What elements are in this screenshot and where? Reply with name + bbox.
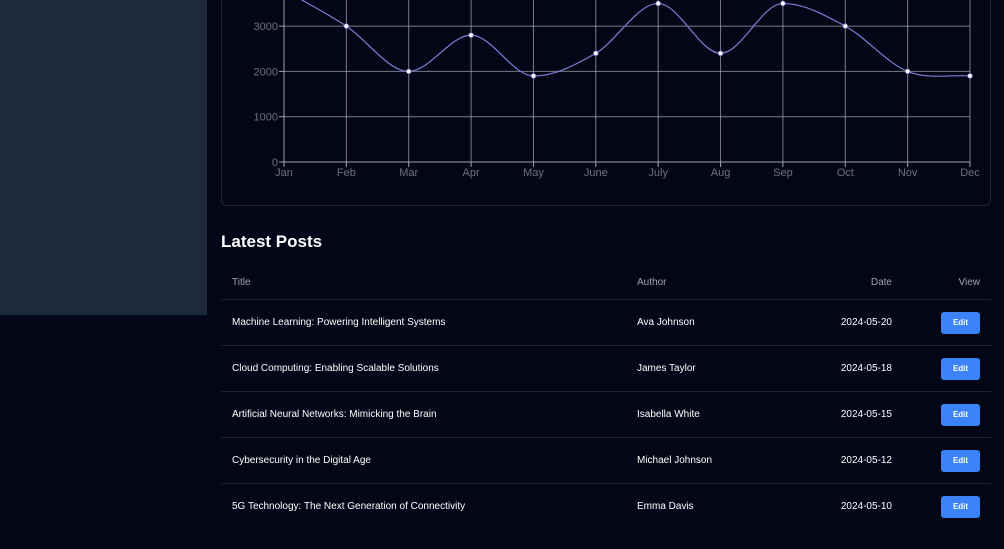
column-header-author[interactable]: Author <box>626 265 776 300</box>
column-header-date[interactable]: Date <box>776 265 903 300</box>
post-view-cell: Edit <box>903 437 991 484</box>
data-point <box>655 0 661 7</box>
table-row: 5G Technology: The Next Generation of Co… <box>221 484 991 530</box>
column-header-view: View <box>903 265 991 300</box>
post-author: Emma Davis <box>637 501 694 512</box>
post-title: Machine Learning: Powering Intelligent S… <box>221 299 626 346</box>
y-tick-label: 3000 <box>254 21 278 33</box>
post-author: Ava Johnson <box>626 299 776 346</box>
x-tick-label: Mar <box>399 167 418 179</box>
data-point <box>967 73 973 79</box>
table-row: Cybersecurity in the Digital Age Michael… <box>221 437 991 484</box>
table-row: Cloud Computing: Enabling Scalable Solut… <box>221 345 991 392</box>
post-date: 2024-05-10 <box>840 501 892 512</box>
edit-button[interactable]: Edit <box>941 403 980 426</box>
data-point <box>593 50 599 56</box>
post-date: 2024-05-18 <box>776 345 903 392</box>
x-tick-label: June <box>584 167 608 179</box>
table-header-row: Title Author Date View <box>221 265 991 300</box>
x-tick-label: Dec <box>960 167 980 179</box>
data-point <box>904 68 911 75</box>
x-tick-label: May <box>523 167 544 179</box>
data-point <box>842 23 848 29</box>
post-view-cell: Edit <box>903 484 991 530</box>
x-tick-label: Nov <box>898 167 918 179</box>
posts-table: Title Author Date View Machine Learning:… <box>221 265 991 529</box>
column-header-title[interactable]: Title <box>221 265 626 300</box>
post-title: 5G Technology: The Next Generation of Co… <box>232 501 466 512</box>
post-title: Cloud Computing: Enabling Scalable Solut… <box>221 345 626 392</box>
edit-button[interactable]: Edit <box>941 449 980 472</box>
x-tick-label: Jan <box>275 167 293 179</box>
edit-button[interactable]: Edit <box>941 495 980 518</box>
post-view-cell: Edit <box>903 391 991 438</box>
x-tick-label: Aug <box>711 167 731 179</box>
post-date: 2024-05-12 <box>776 437 903 484</box>
series-line <box>300 0 971 77</box>
data-point <box>717 50 724 56</box>
post-title: Cybersecurity in the Digital Age <box>221 437 626 484</box>
latest-posts-heading: Latest Posts <box>221 232 323 251</box>
line-chart: 0100020003000Jan Feb Mar Apr May June July Aug S… <box>254 0 980 179</box>
post-author: Isabella White <box>626 391 776 438</box>
post-view-cell: Edit <box>903 345 991 392</box>
edit-button[interactable]: Edit <box>941 311 980 334</box>
data-point <box>530 73 537 79</box>
x-tick-label: July <box>648 167 668 179</box>
x-tick-label: Oct <box>837 167 854 179</box>
table-row: Machine Learning: Powering Intelligent S… <box>221 299 991 346</box>
x-tick-label: Sep <box>773 167 793 179</box>
data-point <box>343 23 350 29</box>
post-date: 2024-05-15 <box>776 391 903 438</box>
data-point <box>468 32 474 38</box>
post-date: 2024-05-20 <box>776 299 903 346</box>
post-title: Artificial Neural Networks: Mimicking th… <box>221 391 626 438</box>
post-author: James Taylor <box>626 345 776 392</box>
post-view-cell: Edit <box>903 299 991 346</box>
data-point <box>780 0 786 7</box>
x-tick-label: Feb <box>337 167 356 179</box>
data-point <box>406 68 412 75</box>
y-tick-label: 2000 <box>254 66 278 78</box>
y-tick-label: 1000 <box>254 112 278 124</box>
edit-button[interactable]: Edit <box>941 357 980 380</box>
x-tick-label: Apr <box>463 167 480 179</box>
table-row: Artificial Neural Networks: Mimicking th… <box>221 391 991 438</box>
post-author: Michael Johnson <box>626 437 776 484</box>
